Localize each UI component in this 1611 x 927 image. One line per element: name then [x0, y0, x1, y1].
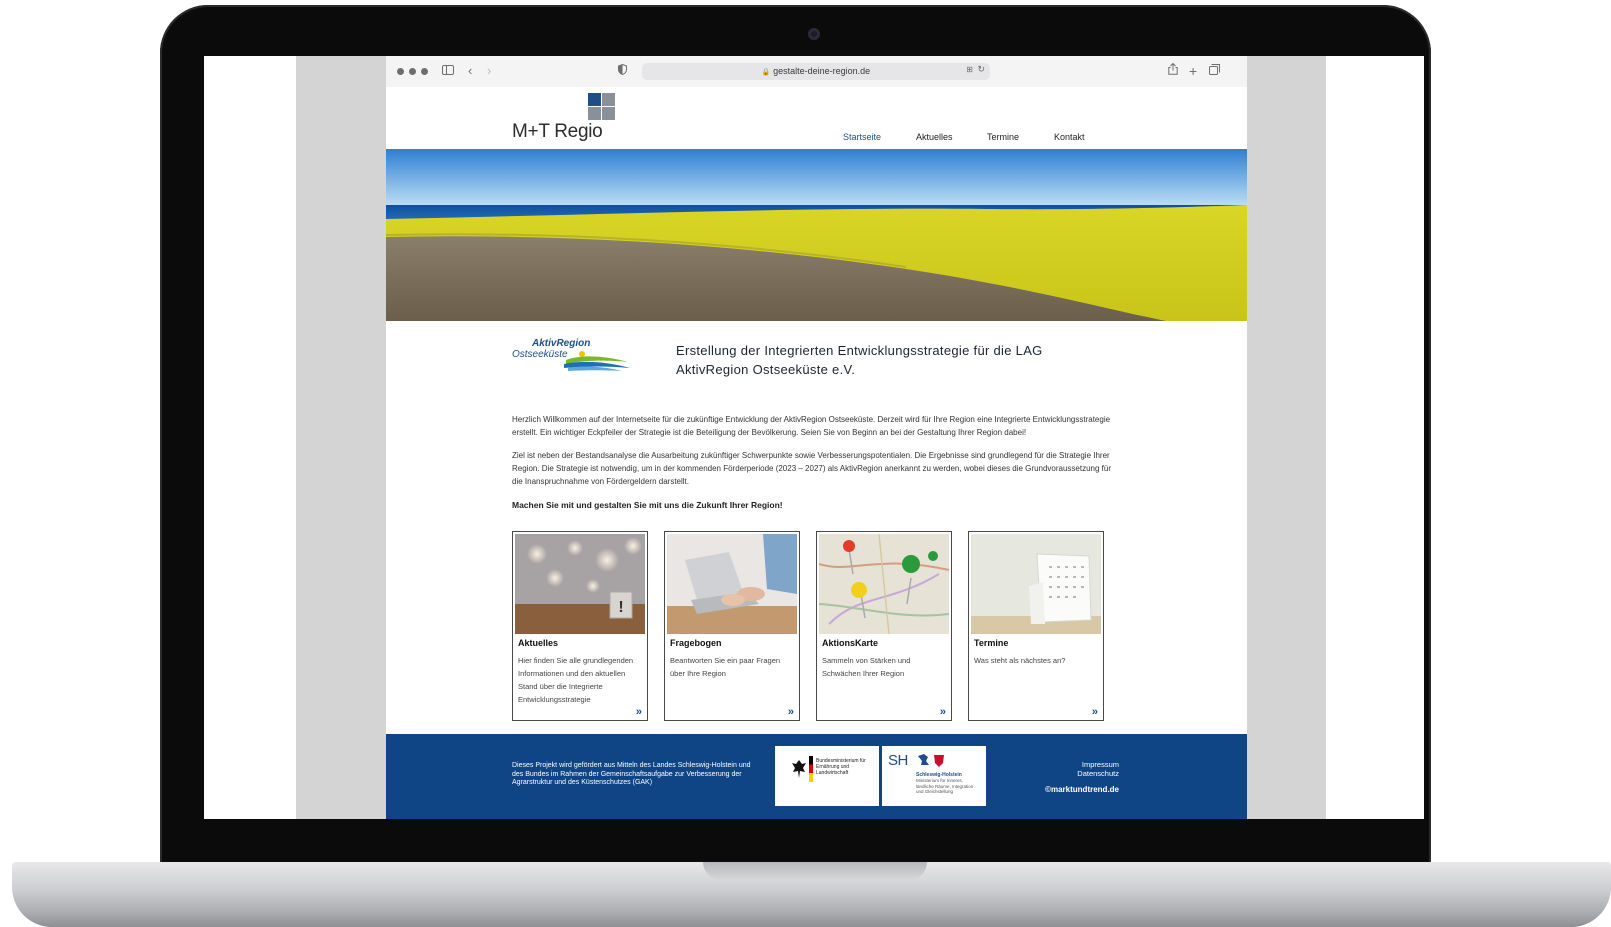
browser-toolbar: ‹ › 🔒 gestalte-deine-region.de ⊞ ↻ + [386, 56, 1247, 88]
german-flag-stripe [809, 756, 813, 782]
card-aktuelles-title: Aktuelles [518, 638, 559, 648]
nav-kontakt[interactable]: Kontakt [1054, 132, 1085, 142]
footer-links: Impressum Datenschutz [1077, 760, 1119, 778]
card-aktuelles-text: Hier finden Sie alle grundlegenden Infor… [518, 656, 634, 704]
bmel-logo[interactable]: Bundesministerium für Ernährung und Land… [775, 746, 879, 806]
impressum-link[interactable]: Impressum [1077, 760, 1119, 769]
share-icon[interactable] [1168, 62, 1178, 80]
laptop-screen: ‹ › 🔒 gestalte-deine-region.de ⊞ ↻ + M+T… [204, 56, 1424, 819]
hero-image [386, 149, 1247, 321]
aktivregion-logo: AktivRegion Ostseeküste [512, 338, 632, 382]
card-aktionskarte-title: AktionsKarte [822, 638, 879, 648]
card-aktuelles[interactable]: ! Aktuelles Hier finden Sie alle grundle… [512, 531, 648, 721]
bmel-text: Bundesministerium für Ernährung und Land… [816, 758, 866, 776]
site-logo[interactable]: M+T Regio [512, 121, 603, 143]
address-bar-url: 🔒 gestalte-deine-region.de [761, 66, 871, 76]
address-bar[interactable]: 🔒 gestalte-deine-region.de ⊞ ↻ [642, 63, 990, 80]
aktivregion-wave-icon [564, 351, 630, 371]
chevrons-right-icon[interactable]: » [636, 706, 642, 718]
nav-aktuelles[interactable]: Aktuelles [916, 132, 953, 142]
window-close-button[interactable] [397, 68, 404, 75]
sidebar-icon[interactable] [442, 62, 454, 80]
reload-icon[interactable]: ↻ [977, 64, 985, 75]
card-aktionskarte[interactable]: AktionsKarte Sammeln von Stärken und Sch… [816, 531, 952, 721]
datenschutz-link[interactable]: Datenschutz [1077, 769, 1119, 778]
back-icon[interactable]: ‹ [468, 62, 472, 80]
svg-text:!: ! [618, 599, 623, 616]
footer-funding-text: Dieses Projekt wird gefördert aus Mittel… [512, 762, 751, 786]
sh-abbr: SH [888, 752, 908, 769]
window-zoom-button[interactable] [421, 68, 428, 75]
tab-overview-icon[interactable] [1209, 62, 1220, 80]
privacy-shield-icon[interactable] [618, 62, 627, 80]
page-headline: Erstellung der Integrierten Entwicklungs… [676, 343, 1043, 377]
site-footer: Dieses Projekt wird gefördert aus Mittel… [386, 734, 1247, 819]
chevrons-right-icon[interactable]: » [940, 706, 946, 718]
card-fragebogen[interactable]: Fragebogen Beantworten Sie ein paar Frag… [664, 531, 800, 721]
card-fragebogen-image [667, 534, 797, 634]
card-termine-title: Termine [974, 638, 1009, 648]
call-to-action: Machen Sie mit und gestalten Sie mit uns… [512, 500, 783, 510]
card-termine[interactable]: Termine Was steht als nächstes an? » [968, 531, 1104, 721]
translate-icon[interactable]: ⊞ [966, 65, 973, 74]
laptop-notch [703, 862, 927, 880]
window-minimize-button[interactable] [409, 68, 416, 75]
card-aktionskarte-text: Sammeln von Stärken und Schwächen Ihrer … [822, 656, 911, 678]
lock-icon: 🔒 [761, 69, 771, 76]
eagle-icon [792, 760, 806, 778]
intro-paragraph-1: Herzlich Willkommen auf der Internetseit… [512, 415, 1111, 437]
card-fragebogen-title: Fragebogen [670, 638, 722, 648]
new-tab-icon[interactable]: + [1189, 62, 1197, 80]
card-aktionskarte-image [819, 534, 949, 634]
browser-window: ‹ › 🔒 gestalte-deine-region.de ⊞ ↻ + M+T… [386, 56, 1247, 819]
chevrons-right-icon[interactable]: » [788, 706, 794, 718]
card-termine-text: Was steht als nächstes an? [974, 656, 1066, 665]
card-aktuelles-image: ! [515, 534, 645, 634]
forward-icon[interactable]: › [487, 62, 491, 80]
nav-startseite[interactable]: Startseite [843, 132, 881, 142]
aktivregion-logo-line2: Ostseeküste [512, 349, 568, 360]
logo-squares-icon [588, 93, 616, 121]
nav-termine[interactable]: Termine [987, 132, 1019, 142]
intro-paragraph-2: Ziel ist neben der Bestandsanalyse die A… [512, 451, 1112, 486]
card-termine-image [971, 534, 1101, 634]
sh-ministry-logo[interactable]: SH Schleswig-Holstein Ministerium für In… [882, 746, 986, 806]
site-header: M+T Regio Startseite Aktuelles Termine K… [386, 87, 1247, 145]
camera-icon [808, 28, 820, 40]
sh-ministry-text: Ministerium für Inneres, ländliche Räume… [916, 778, 974, 794]
card-fragebogen-text: Beantworten Sie ein paar Fragen über Ihr… [670, 656, 781, 678]
chevrons-right-icon[interactable]: » [1092, 706, 1098, 718]
sh-coat-of-arms-icon [918, 754, 944, 767]
footer-copyright[interactable]: ©marktundtrend.de [1045, 785, 1119, 794]
